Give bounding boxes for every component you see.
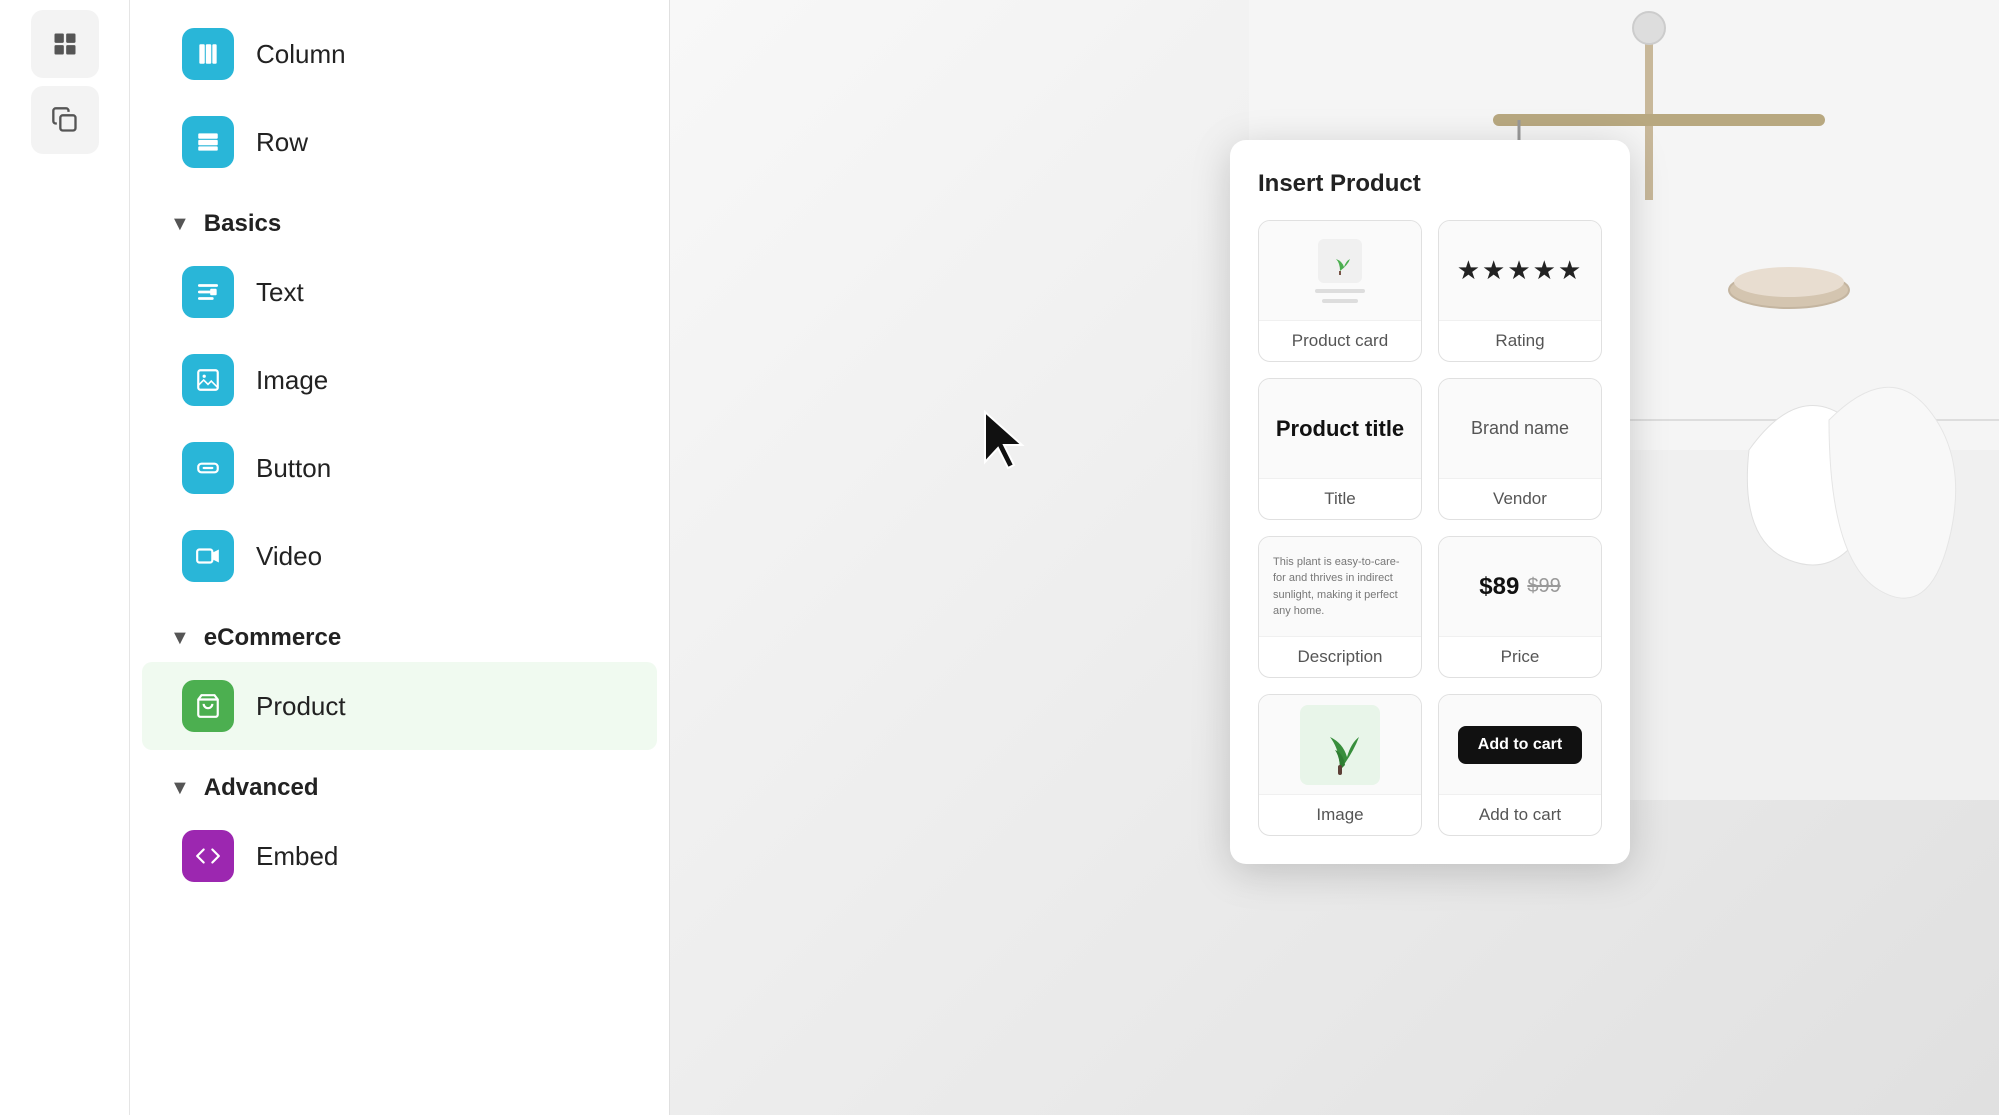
copy-button[interactable] [31, 86, 99, 154]
popup-card-price[interactable]: $89 $99 Price [1438, 536, 1602, 678]
ecommerce-section-header[interactable]: ▼ eCommerce [130, 600, 669, 662]
main-content: Insert Product [670, 0, 1999, 1115]
sidebar-item-video[interactable]: Video [142, 512, 657, 600]
popup-card-product-card[interactable]: Product card [1258, 220, 1422, 362]
ecommerce-section-label: eCommerce [204, 624, 341, 652]
product-card-preview [1259, 221, 1421, 321]
add-to-cart-label: Add to cart [1439, 795, 1601, 835]
advanced-chevron: ▼ [170, 777, 190, 800]
ecommerce-chevron: ▼ [170, 627, 190, 650]
sidebar: Column Row ▼ Basics Text [130, 0, 670, 1115]
popup-card-image[interactable]: Image [1258, 694, 1422, 836]
vendor-text: Brand name [1471, 418, 1569, 439]
title-preview: Product title [1259, 379, 1421, 479]
button-icon [182, 442, 234, 494]
sidebar-item-embed[interactable]: Embed [142, 812, 657, 900]
basics-section-label: Basics [204, 210, 281, 238]
popup-grid: Product card ★★★★★ Rating Product title … [1258, 220, 1602, 836]
sidebar-item-text[interactable]: Text [142, 248, 657, 336]
popup-card-add-to-cart[interactable]: Add to cart Add to cart [1438, 694, 1602, 836]
popup-card-vendor[interactable]: Brand name Vendor [1438, 378, 1602, 520]
popup-card-description[interactable]: This plant is easy-to-care-for and thriv… [1258, 536, 1422, 678]
rating-stars: ★★★★★ [1457, 255, 1584, 286]
icon-bar [0, 0, 130, 1115]
popup-card-rating[interactable]: ★★★★★ Rating [1438, 220, 1602, 362]
popup-title: Insert Product [1258, 170, 1602, 198]
image-card-label: Image [1259, 795, 1421, 835]
advanced-section-label: Advanced [204, 774, 319, 802]
sidebar-item-column[interactable]: Column [142, 10, 657, 98]
image-preview [1259, 695, 1421, 795]
price-old: $99 [1527, 575, 1560, 598]
vendor-label: Vendor [1439, 479, 1601, 519]
price-main: $89 [1479, 573, 1519, 601]
title-text: Product title [1276, 416, 1404, 442]
basics-section-header[interactable]: ▼ Basics [130, 186, 669, 248]
description-preview: This plant is easy-to-care-for and thriv… [1259, 537, 1421, 637]
advanced-section-header[interactable]: ▼ Advanced [130, 750, 669, 812]
add-to-cart-btn[interactable]: Add to cart [1458, 726, 1582, 764]
product-card-img [1318, 239, 1362, 283]
product-label: Product [256, 691, 346, 722]
column-icon [182, 28, 234, 80]
row-icon [182, 116, 234, 168]
embed-icon [182, 830, 234, 882]
price-label: Price [1439, 637, 1601, 677]
vendor-preview: Brand name [1439, 379, 1601, 479]
video-icon [182, 530, 234, 582]
title-label: Title [1259, 479, 1421, 519]
add-to-cart-preview: Add to cart [1439, 695, 1601, 795]
basics-chevron: ▼ [170, 213, 190, 236]
insert-product-popup: Insert Product [1230, 140, 1630, 864]
product-icon [182, 680, 234, 732]
description-text: This plant is easy-to-care-for and thriv… [1269, 550, 1411, 624]
embed-label: Embed [256, 841, 338, 872]
product-card-label: Product card [1259, 321, 1421, 361]
sidebar-item-image[interactable]: Image [142, 336, 657, 424]
button-label: Button [256, 453, 331, 484]
price-preview: $89 $99 [1439, 537, 1601, 637]
sidebar-item-row[interactable]: Row [142, 98, 657, 186]
video-label: Video [256, 541, 322, 572]
sidebar-item-product[interactable]: Product [142, 662, 657, 750]
column-label: Column [256, 39, 346, 70]
description-label: Description [1259, 637, 1421, 677]
copy-icon [51, 106, 79, 134]
text-icon [182, 266, 234, 318]
text-label: Text [256, 277, 304, 308]
sidebar-item-button[interactable]: Button [142, 424, 657, 512]
rating-label: Rating [1439, 321, 1601, 361]
row-label: Row [256, 127, 308, 158]
image-icon [182, 354, 234, 406]
layout-icon [51, 30, 79, 58]
rating-preview: ★★★★★ [1439, 221, 1601, 321]
popup-card-title[interactable]: Product title Title [1258, 378, 1422, 520]
plant-img [1300, 705, 1380, 785]
layout-button[interactable] [31, 10, 99, 78]
image-label: Image [256, 365, 328, 396]
